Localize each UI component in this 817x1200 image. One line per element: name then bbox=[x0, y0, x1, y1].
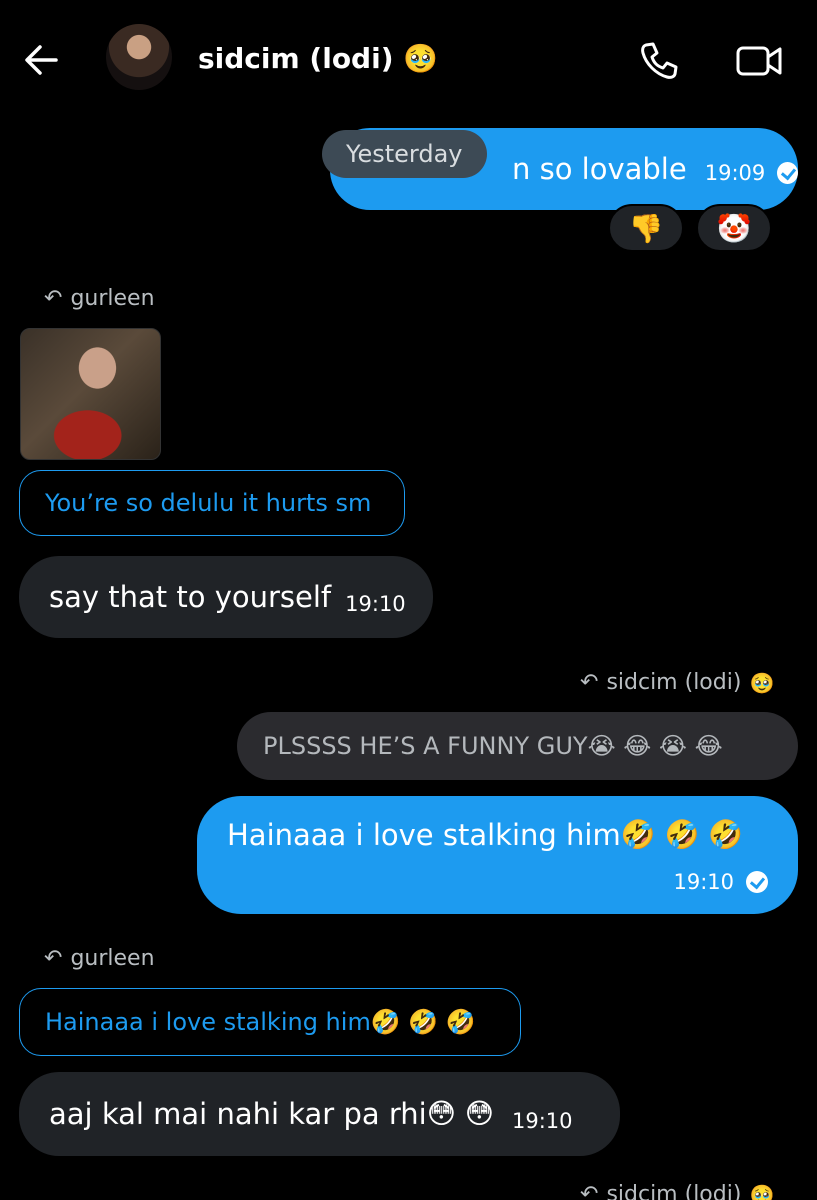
arrow-left-icon bbox=[25, 45, 58, 75]
quoted-message[interactable]: Hainaaa i love stalking him 🤣 🤣 🤣 bbox=[19, 988, 521, 1056]
message-text: Hainaaa i love stalking him bbox=[227, 818, 621, 852]
message-time: 19:10 bbox=[673, 870, 734, 894]
video-icon bbox=[736, 46, 782, 76]
pleading-face-emoji: 🥹 bbox=[749, 1182, 775, 1200]
read-check-icon bbox=[746, 871, 768, 893]
reply-label: ↶ sidcim (lodi) 🥹 bbox=[580, 670, 774, 695]
message-bubble-incoming[interactable]: say that to yourself 19:10 bbox=[19, 556, 433, 638]
quoted-text: You’re so delulu it hurts sm bbox=[45, 489, 372, 517]
message-bubble-outgoing[interactable]: Hainaaa i love stalking him 🤣 🤣 🤣 19:10 bbox=[197, 796, 798, 914]
conversation-title[interactable]: sidcim (lodi) 🥹 bbox=[198, 42, 438, 75]
reply-label: ↶ gurleen bbox=[44, 286, 155, 311]
contact-name: sidcim (lodi) bbox=[198, 42, 394, 75]
date-separator: Yesterday bbox=[322, 130, 487, 178]
quoted-message[interactable]: PLSSSS HE’S A FUNNY GUY 😭 😂 😭 😂 bbox=[237, 712, 798, 780]
message-bubble-incoming[interactable]: aaj kal mai nahi kar pa rhi 😳 😳 19:10 bbox=[19, 1072, 620, 1156]
back-button[interactable] bbox=[20, 38, 64, 82]
call-button[interactable] bbox=[636, 38, 682, 84]
pleading-face-emoji: 🥹 bbox=[403, 42, 439, 75]
reply-to-name: gurleen bbox=[70, 946, 155, 971]
reply-to-name: sidcim (lodi) bbox=[606, 1182, 742, 1200]
reactions-row: 👎 🤡 bbox=[608, 204, 772, 252]
reply-arrow-icon: ↶ bbox=[580, 670, 599, 695]
read-check-icon bbox=[777, 162, 798, 184]
message-text: n so lovable bbox=[512, 152, 687, 186]
message-time: 19:09 bbox=[704, 161, 766, 185]
video-call-button[interactable] bbox=[734, 38, 782, 84]
quoted-message[interactable]: You’re so delulu it hurts sm bbox=[19, 470, 405, 536]
phone-icon bbox=[641, 42, 678, 79]
quote-emojis: 🤣 🤣 🤣 bbox=[370, 1008, 476, 1036]
quote-emojis: 😭 😂 😭 😂 bbox=[587, 732, 723, 760]
message-text: say that to yourself bbox=[49, 580, 332, 614]
message-text: aaj kal mai nahi kar pa rhi bbox=[49, 1097, 427, 1131]
reply-label: ↶ sidcim (lodi) 🥹 bbox=[580, 1182, 774, 1200]
media-thumbnail[interactable] bbox=[20, 328, 161, 460]
chat-header: sidcim (lodi) 🥹 bbox=[0, 0, 817, 118]
quoted-text: PLSSSS HE’S A FUNNY GUY bbox=[263, 732, 588, 760]
reply-to-name: sidcim (lodi) bbox=[606, 670, 742, 695]
avatar[interactable] bbox=[106, 24, 172, 90]
reply-arrow-icon: ↶ bbox=[44, 946, 63, 971]
thumbs-down-reaction[interactable]: 👎 bbox=[608, 204, 684, 252]
message-emojis: 😳 😳 bbox=[426, 1097, 494, 1130]
message-time: 19:10 bbox=[511, 1109, 573, 1133]
clown-reaction[interactable]: 🤡 bbox=[696, 204, 772, 252]
quoted-text: Hainaaa i love stalking him bbox=[45, 1008, 371, 1036]
message-emojis: 🤣 🤣 🤣 bbox=[620, 818, 744, 851]
reply-arrow-icon: ↶ bbox=[580, 1182, 599, 1200]
reply-label: ↶ gurleen bbox=[44, 946, 155, 971]
pleading-face-emoji: 🥹 bbox=[749, 670, 775, 695]
message-time: 19:10 bbox=[345, 592, 406, 616]
reply-arrow-icon: ↶ bbox=[44, 286, 63, 311]
reply-to-name: gurleen bbox=[70, 286, 155, 311]
